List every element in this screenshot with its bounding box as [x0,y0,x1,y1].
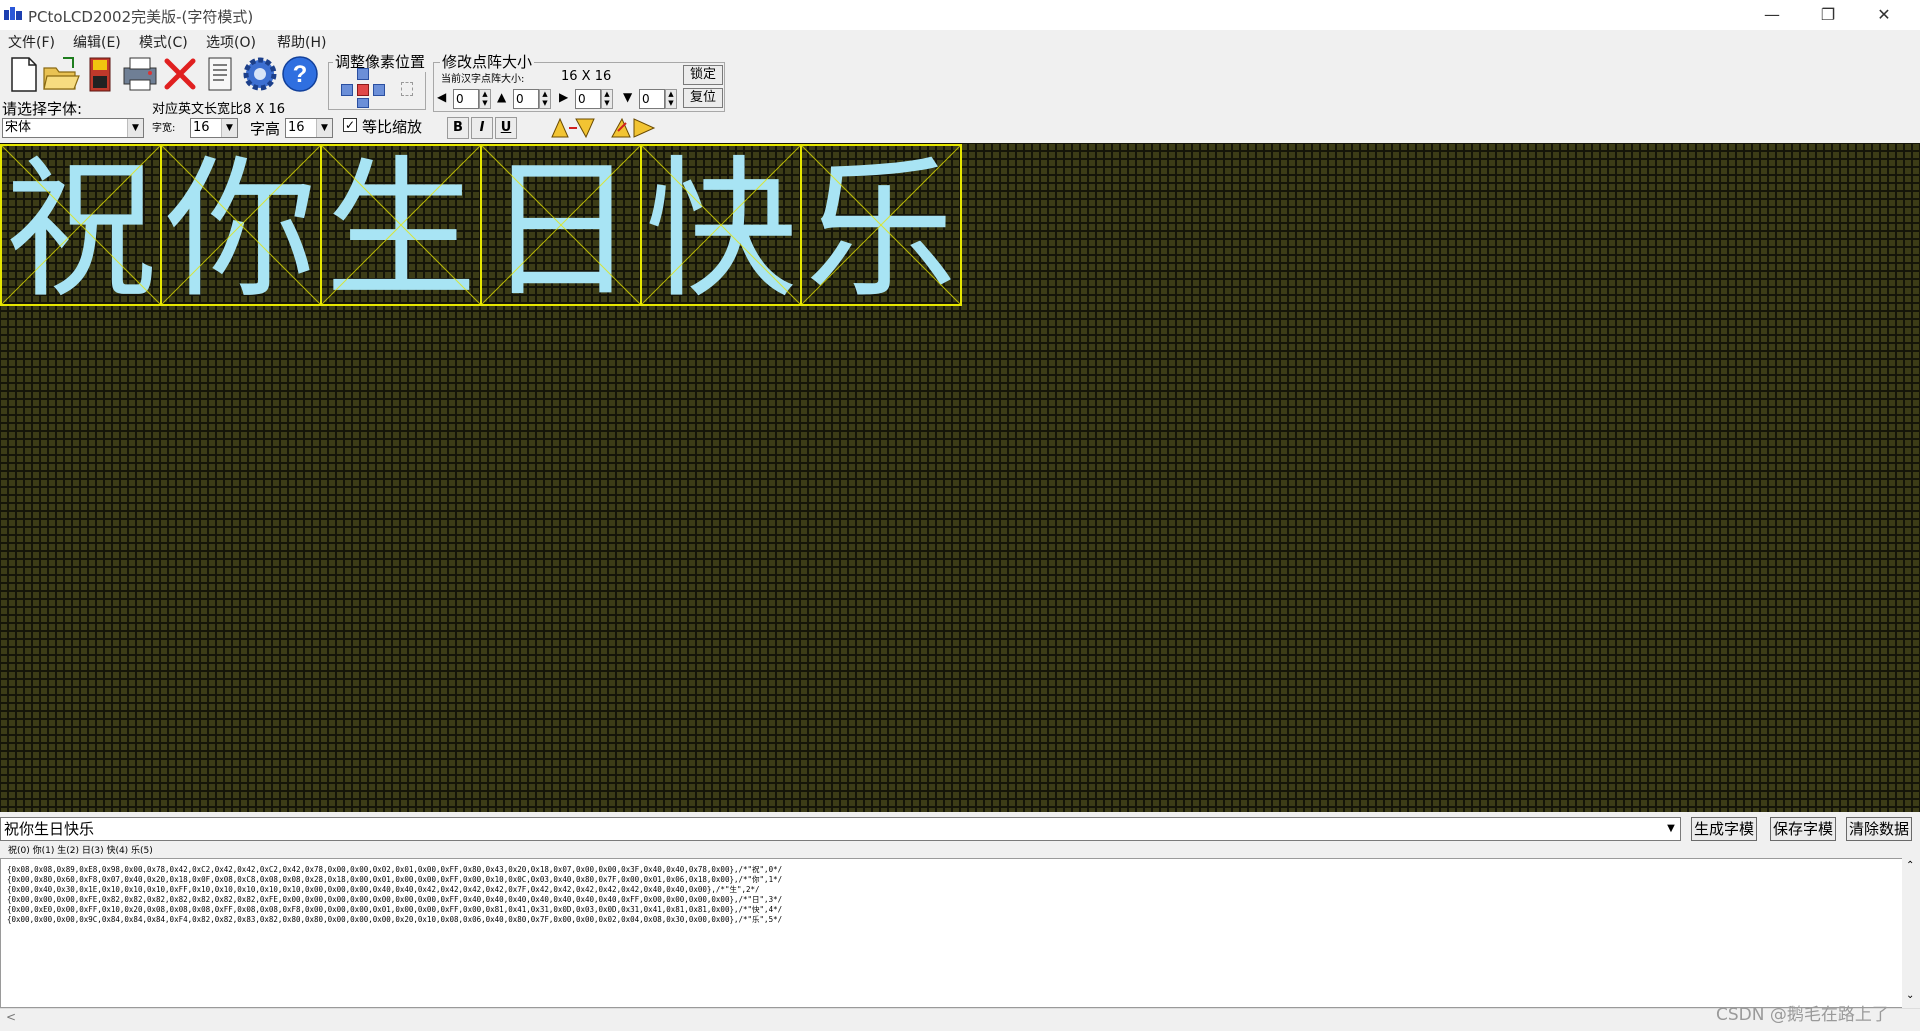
char-cell[interactable]: 快 [640,143,802,319]
chevron-down-icon[interactable]: ▼ [221,119,237,137]
spin-top[interactable]: 0 [513,89,539,109]
italic-button[interactable]: I [471,117,493,139]
shrink-right-icon[interactable]: ▶ [559,90,573,108]
app-icon [4,7,22,20]
watermark: CSDN @鹅毛在路上了 [1716,1005,1889,1025]
vertical-scrollbar[interactable]: ⌃ ⌄ [1902,858,1920,1008]
underline-button[interactable]: U [495,117,517,139]
ratio-label: 对应英文长宽比8 X 16 [152,102,285,117]
svg-text:?: ? [293,61,308,88]
spin-left-arrows[interactable]: ▲ ▼ [479,89,491,109]
output-textarea[interactable]: {0x08,0x08,0x89,0xE8,0x98,0x00,0x78,0x42… [0,858,1920,1008]
spin-left[interactable]: 0 [453,89,479,109]
generate-button[interactable]: 生成字模 [1691,817,1757,841]
proportional-checkbox[interactable]: ✓ [343,118,357,132]
move-left-icon[interactable] [341,84,353,96]
output-line: {0x00,0xE0,0x00,0xFF,0x10,0x20,0x08,0x08… [7,905,783,914]
output-line: {0x00,0x40,0x30,0x1E,0x10,0x10,0x10,0xFF… [7,885,760,894]
char-index-text: 祝(0) 你(1) 生(2) 日(3) 快(4) 乐(5) [8,846,153,856]
move-down-icon[interactable] [357,98,369,108]
move-right-icon[interactable] [373,84,385,96]
menu-options[interactable]: 选项(O) [206,32,256,52]
menu-mode[interactable]: 模式(C) [139,32,188,52]
matrix-glyph: 祝 [5,143,157,319]
spin-right-arrows[interactable]: ▲ ▼ [601,89,613,109]
char-cell[interactable]: 你 [160,143,322,319]
flip-horizontal-icon[interactable] [550,117,596,139]
matrix-glyph: 快 [645,143,797,319]
shrink-bottom-icon[interactable]: ▼ [623,90,637,108]
help-icon[interactable]: ? [280,54,320,94]
matrix-glyph: 你 [165,143,317,319]
matrix-glyph: 生 [325,143,477,319]
output-line: {0x00,0x00,0x00,0x9C,0x84,0x84,0x84,0xF4… [7,915,783,924]
menu-bar: 文件(F) 编辑(E) 模式(C) 选项(O) 帮助(H) [0,30,1920,52]
delete-x-icon[interactable] [160,54,200,94]
lock-button[interactable]: 锁定 [683,65,723,85]
menu-help[interactable]: 帮助(H) [277,32,326,52]
reset-button[interactable]: 复位 [683,88,723,108]
window-title: PCtoLCD2002完美版-(字符模式) [28,8,254,26]
gear-icon[interactable] [240,54,280,94]
rotate-icon[interactable] [610,117,656,139]
height-label: 字高 [250,120,281,138]
char-index-list: 祝(0) 你(1) 生(2) 日(3) 快(4) 乐(5) [0,843,1920,857]
clear-button[interactable]: 清除数据 [1846,817,1912,841]
font-label: 请选择字体: [2,100,83,118]
dot-matrix-canvas[interactable]: 祝你生日快乐 [0,143,1920,812]
text-input[interactable]: 祝你生日快乐 [0,817,1681,841]
horizontal-scrollbar[interactable]: < [0,1008,1920,1027]
bold-button[interactable]: B [447,117,469,139]
spin-top-arrows[interactable]: ▲ ▼ [539,89,551,109]
document-icon[interactable] [200,54,240,94]
current-matrix-value: 16 X 16 [561,69,612,84]
spin-bottom-arrows[interactable]: ▲ ▼ [665,89,677,109]
menu-edit[interactable]: 编辑(E) [73,32,121,52]
menu-file[interactable]: 文件(F) [8,32,55,52]
chevron-down-icon[interactable]: ▼ [1663,819,1679,839]
char-cell[interactable]: 祝 [0,143,162,319]
output-line: {0x00,0x00,0x00,0xFE,0x82,0x82,0x82,0x82… [7,895,783,904]
font-select[interactable]: 宋体 [2,118,144,138]
adjust-pixel-group-title: 调整像素位置 [333,51,428,72]
invert-icon[interactable] [357,84,369,96]
output-line: {0x00,0x80,0x60,0xF8,0x07,0x40,0x20,0x18… [7,875,783,884]
scroll-left-icon[interactable]: < [6,1010,16,1024]
print-icon[interactable] [120,54,160,94]
matrix-size-group-title: 修改点阵大小 [440,51,535,72]
output-line: {0x08,0x08,0x89,0xE8,0x98,0x00,0x78,0x42… [7,865,783,874]
open-folder-icon[interactable] [41,54,81,94]
width-label: 字宽: [152,123,176,134]
chevron-down-icon[interactable]: ▼ [316,119,332,137]
current-matrix-label: 当前汉字点阵大小: [441,74,525,85]
char-cell[interactable]: 乐 [800,143,962,319]
proportional-label: 等比缩放 [362,118,423,136]
chevron-down-icon[interactable]: ▼ [127,119,143,137]
close-icon[interactable]: ✕ [1856,0,1912,30]
scroll-down-icon[interactable]: ⌄ [1906,990,1914,1001]
scroll-up-icon[interactable]: ⌃ [1906,860,1914,871]
clear-frame-icon[interactable] [401,82,413,96]
title-bar: PCtoLCD2002完美版-(字符模式) — ❐ ✕ [0,0,1920,30]
char-cell[interactable]: 生 [320,143,482,319]
save-disk-icon[interactable] [80,54,120,94]
save-button[interactable]: 保存字模 [1770,817,1836,841]
matrix-glyph: 乐 [805,143,957,319]
restore-icon[interactable]: ❐ [1800,0,1856,30]
spin-right[interactable]: 0 [575,89,601,109]
spin-bottom[interactable]: 0 [639,89,665,109]
minimize-icon[interactable]: — [1744,0,1800,30]
char-cell[interactable]: 日 [480,143,642,319]
move-up-icon[interactable] [357,68,369,80]
shrink-left-icon[interactable]: ◀ [437,90,451,108]
matrix-glyph: 日 [485,143,637,319]
new-file-icon[interactable] [3,54,43,94]
shrink-top-icon[interactable]: ▲ [497,90,511,108]
